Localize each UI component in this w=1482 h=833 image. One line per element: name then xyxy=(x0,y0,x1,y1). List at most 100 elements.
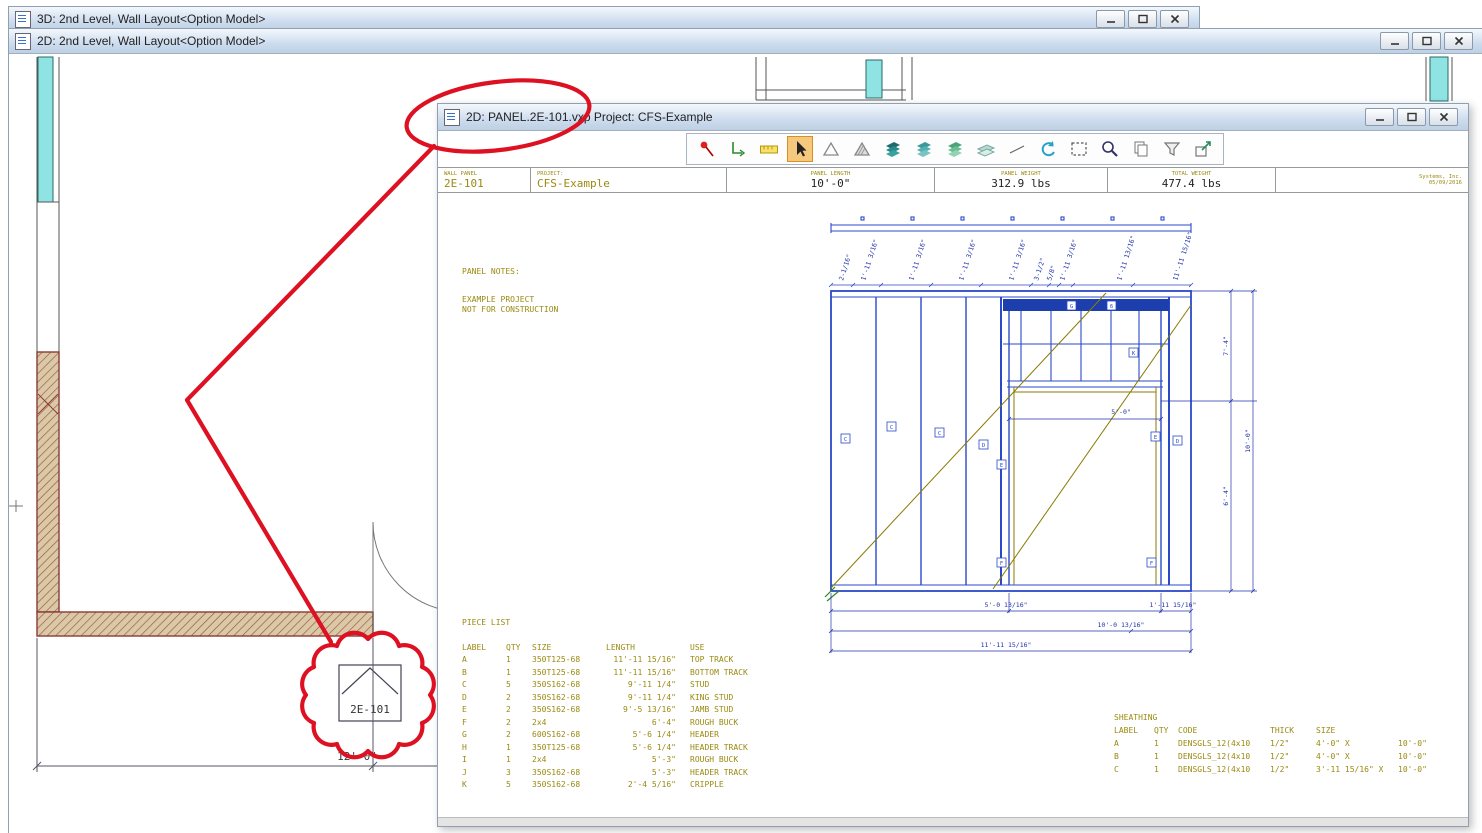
piece-list-rows: A 1 350T125-68 11'-11 15/16" TOP TRACK B… xyxy=(462,654,800,792)
svg-text:6: 6 xyxy=(1110,304,1113,310)
document-icon xyxy=(15,33,31,50)
piece-list-row: J 3 350S162-68 5'-3" HEADER TRACK xyxy=(462,767,800,780)
panel-bottom-strip xyxy=(438,817,1468,826)
panel-toolbar xyxy=(686,133,1224,165)
svg-text:E: E xyxy=(1000,463,1003,469)
minimize-icon[interactable] xyxy=(1380,32,1409,50)
piece-list-row: F 2 2x4 6'-4" ROUGH BUCK xyxy=(462,717,800,730)
piece-list-row: G 2 600S162-68 5'-6 1/4" HEADER xyxy=(462,729,800,742)
window-2d-titlebar[interactable]: 2D: 2nd Level, Wall Layout<Option Model> xyxy=(9,29,1482,54)
sheathing-title: SHEATHING xyxy=(1114,711,1450,724)
surface-flat-icon[interactable] xyxy=(973,136,999,162)
svg-text:7'-4": 7'-4" xyxy=(1222,336,1230,356)
svg-text:10'-0": 10'-0" xyxy=(1244,429,1252,452)
close-icon[interactable] xyxy=(1444,32,1473,50)
panel-title: 2D: PANEL.2E-101.vxp Project: CFS-Exampl… xyxy=(466,110,1359,124)
ruler-icon[interactable] xyxy=(756,136,782,162)
piece-list-row: A 1 350T125-68 11'-11 15/16" TOP TRACK xyxy=(462,654,800,667)
total-weight-value: 477.4 lbs xyxy=(1162,177,1222,190)
minimize-icon[interactable] xyxy=(1365,108,1394,126)
svg-text:11'-11 15/16": 11'-11 15/16" xyxy=(981,641,1032,649)
undo-icon[interactable] xyxy=(1035,136,1061,162)
panel-titlebar[interactable]: 2D: PANEL.2E-101.vxp Project: CFS-Exampl… xyxy=(438,104,1468,131)
export-icon[interactable] xyxy=(1190,136,1216,162)
minimize-icon[interactable] xyxy=(1096,10,1125,28)
piece-list-row: H 1 350T125-68 5'-6 1/4" HEADER TRACK xyxy=(462,742,800,755)
svg-text:G: G xyxy=(1070,304,1073,310)
dimension-labels: 2-1/16" 1'-11 3/16" 1'-11 3/16" 1'-11 3/… xyxy=(837,231,1252,649)
window-2d-title: 2D: 2nd Level, Wall Layout<Option Model> xyxy=(37,34,1374,48)
project-value: CFS-Example xyxy=(537,177,720,190)
document-icon xyxy=(444,109,460,126)
framing-elevation: G 6 C C C D E K E xyxy=(821,213,1271,673)
close-icon[interactable] xyxy=(1160,10,1189,28)
panel-notes-title: PANEL NOTES: xyxy=(462,267,558,277)
triangle-outline-icon[interactable] xyxy=(818,136,844,162)
toolbar-zone xyxy=(438,131,1468,167)
svg-text:D: D xyxy=(1176,439,1179,445)
svg-text:1'-11 3/16": 1'-11 3/16" xyxy=(907,238,928,281)
piece-list-header: LABEL QTY SIZE LENGTH USE xyxy=(462,642,800,655)
panel-header: WALL PANEL 2E-101 PROJECT: CFS-Example P… xyxy=(438,167,1468,193)
thin-line-icon[interactable] xyxy=(1004,136,1030,162)
panel-tag-symbol[interactable]: 2E-101 xyxy=(339,665,401,721)
surface-light-icon[interactable] xyxy=(942,136,968,162)
svg-text:D: D xyxy=(982,443,985,449)
offset-extend-icon[interactable] xyxy=(725,136,751,162)
triangle-hatched-icon[interactable] xyxy=(849,136,875,162)
panel-drawing-area: PANEL NOTES: EXAMPLE PROJECT NOT FOR CON… xyxy=(438,193,1468,817)
svg-text:1'-11 13/16": 1'-11 13/16" xyxy=(1115,234,1137,281)
svg-text:1'-11 15/16": 1'-11 15/16" xyxy=(1150,601,1197,609)
surface-medium-icon[interactable] xyxy=(911,136,937,162)
piece-list-row: E 2 350S162-68 9'-5 13/16" JAMB STUD xyxy=(462,704,800,717)
window-3d-title: 3D: 2nd Level, Wall Layout<Option Model> xyxy=(37,12,1090,26)
panel-notes-line2: NOT FOR CONSTRUCTION xyxy=(462,305,558,315)
piece-list-row: C 5 350S162-68 9'-11 1/4" STUD xyxy=(462,679,800,692)
svg-text:1'-11 3/16": 1'-11 3/16" xyxy=(859,238,880,281)
piece-list-title: PIECE LIST xyxy=(462,617,800,630)
wall-panel-value: 2E-101 xyxy=(444,177,524,190)
marquee-icon[interactable] xyxy=(1066,136,1092,162)
panel-weight-value: 312.9 lbs xyxy=(991,177,1051,190)
sheathing-row: C 1 DENSGLS_12(4x10 1/2" 3'-11 15/16" X … xyxy=(1114,763,1450,776)
select-cursor-icon[interactable] xyxy=(787,136,813,162)
pushpin-icon[interactable] xyxy=(694,136,720,162)
svg-text:C: C xyxy=(844,437,847,443)
screen: 3D: 2nd Level, Wall Layout<Option Model>… xyxy=(0,0,1482,833)
sheathing-rows: A 1 DENSGLS_12(4x10 1/2" 4'-0" X 10'-0" … xyxy=(1114,737,1450,776)
maximize-icon[interactable] xyxy=(1412,32,1441,50)
panel-window: 2D: PANEL.2E-101.vxp Project: CFS-Exampl… xyxy=(437,103,1469,827)
piece-markers: G 6 C C C D E K E xyxy=(841,301,1182,567)
sheathing-list: SHEATHING LABEL QTY CODE THICK SIZE A 1 xyxy=(1114,711,1450,776)
filter-icon[interactable] xyxy=(1159,136,1185,162)
date-stamp: 05/09/2016 xyxy=(1429,180,1462,186)
svg-text:F: F xyxy=(1000,561,1003,567)
panel-notes: PANEL NOTES: EXAMPLE PROJECT NOT FOR CON… xyxy=(462,267,558,315)
close-icon[interactable] xyxy=(1429,108,1458,126)
maximize-icon[interactable] xyxy=(1397,108,1426,126)
svg-text:E: E xyxy=(1154,435,1157,441)
svg-text:5'-0": 5'-0" xyxy=(1111,408,1131,416)
copy-icon[interactable] xyxy=(1128,136,1154,162)
svg-text:2-1/16": 2-1/16" xyxy=(837,253,853,282)
piece-list-row: B 1 350T125-68 11'-11 15/16" BOTTOM TRAC… xyxy=(462,667,800,680)
svg-text:C: C xyxy=(938,431,941,437)
svg-text:1'-11 3/16": 1'-11 3/16" xyxy=(1058,238,1079,281)
panel-tag-label: 2E-101 xyxy=(350,703,390,716)
piece-list-row: I 1 2x4 5'-3" ROUGH BUCK xyxy=(462,754,800,767)
piece-list-row: K 5 350S162-68 2'-4 5/16" CRIPPLE xyxy=(462,779,800,792)
maximize-icon[interactable] xyxy=(1128,10,1157,28)
zoom-icon[interactable] xyxy=(1097,136,1123,162)
svg-text:6'-4": 6'-4" xyxy=(1222,486,1230,506)
sheathing-row: B 1 DENSGLS_12(4x10 1/2" 4'-0" X 10'-0" xyxy=(1114,750,1450,763)
panel-notes-line1: EXAMPLE PROJECT xyxy=(462,295,558,305)
surface-dark-icon[interactable] xyxy=(880,136,906,162)
svg-text:5'-0 13/16": 5'-0 13/16" xyxy=(984,601,1027,609)
svg-text:1'-11 3/16": 1'-11 3/16" xyxy=(957,238,978,281)
svg-text:C: C xyxy=(890,425,893,431)
panel-length-value: 10'-0" xyxy=(811,177,851,190)
svg-text:1'-11 3/16": 1'-11 3/16" xyxy=(1007,238,1028,281)
sheathing-row: A 1 DENSGLS_12(4x10 1/2" 4'-0" X 10'-0" xyxy=(1114,737,1450,750)
svg-text:11'-11 15/16": 11'-11 15/16" xyxy=(1171,231,1194,282)
svg-text:5/8": 5/8" xyxy=(1045,264,1057,281)
